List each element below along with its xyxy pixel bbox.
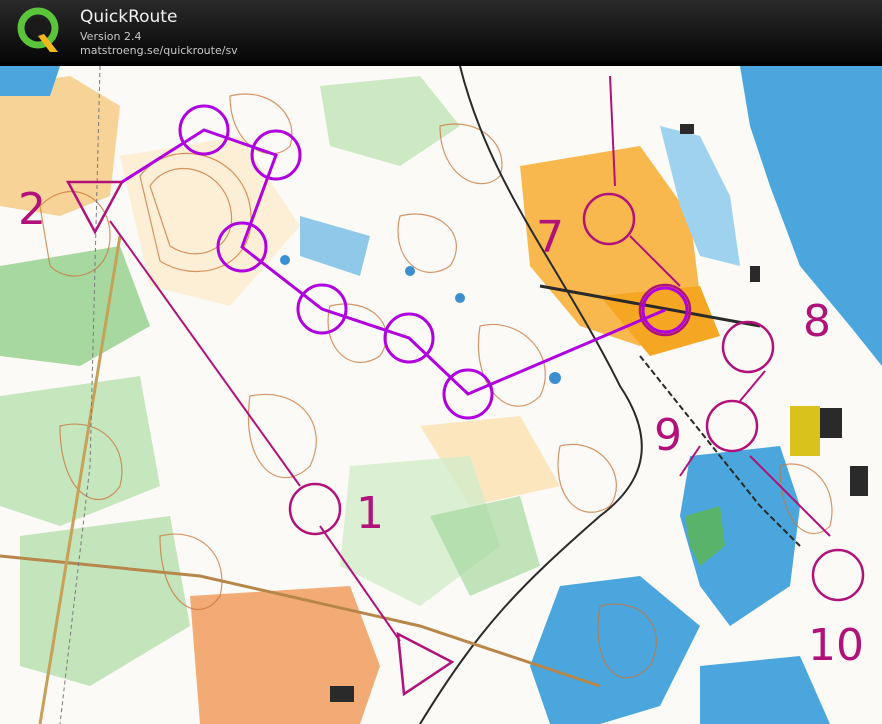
app-title: QuickRoute <box>80 7 178 27</box>
quickroute-logo-icon <box>17 7 59 52</box>
control-label-7: 7 <box>536 212 564 263</box>
map-canvas: 2 7 8 9 1 10 <box>0 66 882 724</box>
control-label-10: 10 <box>808 620 864 671</box>
control-label-1: 1 <box>356 488 384 539</box>
control-label-2: 2 <box>18 184 46 235</box>
app-url[interactable]: matstroeng.se/quickroute/sv <box>80 44 238 57</box>
app-version: Version 2.4 <box>80 30 142 43</box>
control-label-9: 9 <box>654 410 682 461</box>
control-label-8: 8 <box>803 296 831 347</box>
orienteering-map[interactable]: 2 7 8 9 1 10 <box>0 66 882 724</box>
app-header: QuickRoute Version 2.4 matstroeng.se/qui… <box>0 0 882 62</box>
